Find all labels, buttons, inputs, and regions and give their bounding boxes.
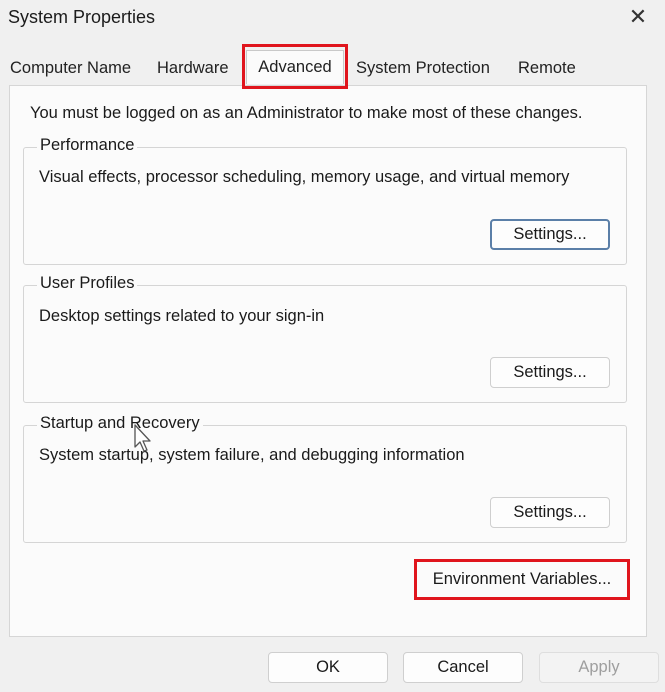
- performance-legend: Performance: [37, 136, 138, 155]
- tab-hardware[interactable]: Hardware: [153, 54, 233, 82]
- tab-advanced[interactable]: Advanced: [246, 50, 344, 84]
- apply-button[interactable]: Apply: [539, 652, 659, 683]
- performance-description: Visual effects, processor scheduling, me…: [39, 168, 570, 186]
- user-profiles-description: Desktop settings related to your sign-in: [39, 307, 325, 325]
- tab-system-protection[interactable]: System Protection: [352, 54, 494, 82]
- title-bar: System Properties ✕: [0, 0, 665, 40]
- user-profiles-group: User Profiles Desktop settings related t…: [23, 274, 627, 403]
- environment-variables-button[interactable]: Environment Variables...: [418, 563, 626, 595]
- tab-computer-name[interactable]: Computer Name: [6, 54, 135, 82]
- tab-strip: Computer Name Hardware Advanced System P…: [0, 50, 665, 86]
- cancel-button[interactable]: Cancel: [403, 652, 523, 683]
- window-title: System Properties: [8, 7, 156, 27]
- performance-settings-button[interactable]: Settings...: [490, 219, 610, 250]
- tab-remote[interactable]: Remote: [514, 54, 580, 82]
- startup-recovery-group: Startup and Recovery System startup, sys…: [23, 414, 627, 543]
- close-icon[interactable]: ✕: [625, 4, 651, 30]
- user-profiles-legend: User Profiles: [37, 274, 138, 293]
- ok-button[interactable]: OK: [268, 652, 388, 683]
- startup-recovery-settings-button[interactable]: Settings...: [490, 497, 610, 528]
- performance-group: Performance Visual effects, processor sc…: [23, 136, 627, 265]
- user-profiles-settings-button[interactable]: Settings...: [490, 357, 610, 388]
- startup-recovery-description: System startup, system failure, and debu…: [39, 446, 465, 464]
- admin-notice: You must be logged on as an Administrato…: [30, 104, 583, 122]
- startup-recovery-legend: Startup and Recovery: [37, 414, 203, 433]
